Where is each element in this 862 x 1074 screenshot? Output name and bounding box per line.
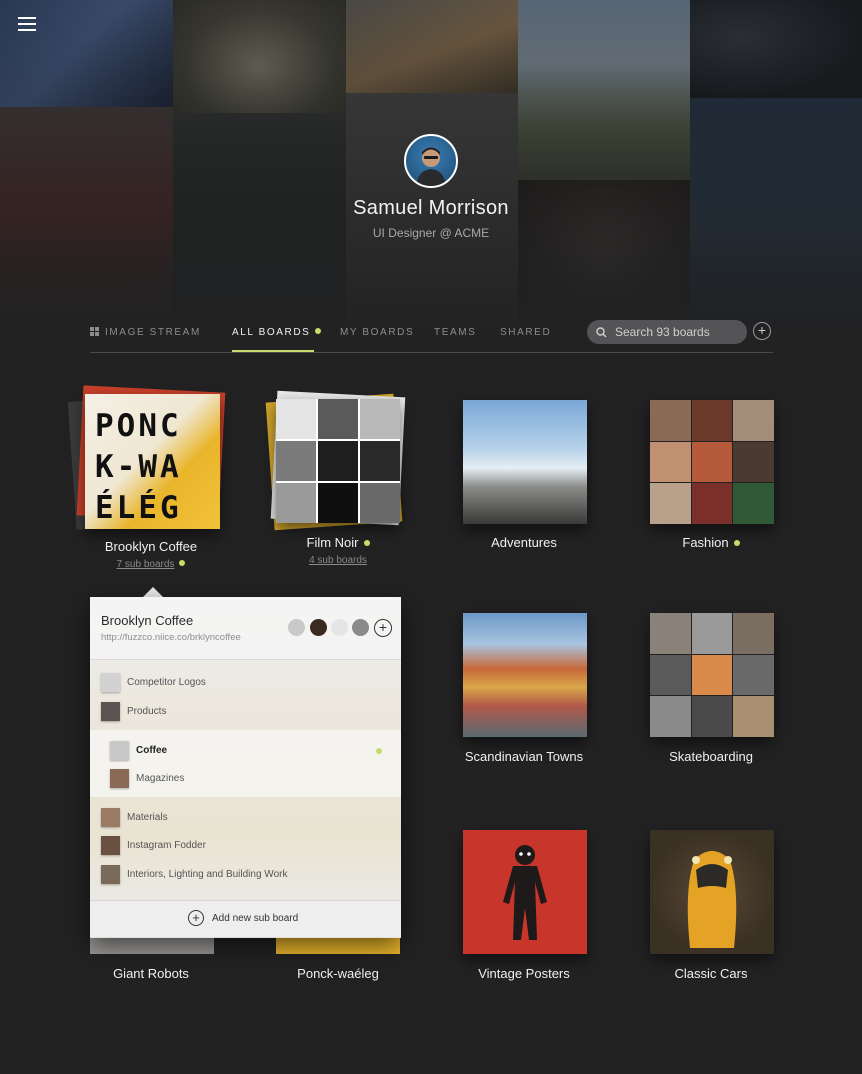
board-fashion[interactable] bbox=[650, 400, 774, 524]
board-film-noir[interactable] bbox=[265, 390, 408, 531]
sub-board-thumbnail bbox=[110, 740, 129, 760]
sub-board-label: Competitor Logos bbox=[127, 676, 206, 688]
list-item[interactable]: Competitor Logos bbox=[101, 671, 206, 693]
board-title[interactable]: Adventures bbox=[424, 535, 624, 550]
sub-board-label: Instagram Fodder bbox=[127, 839, 206, 851]
board-title[interactable]: Giant Robots bbox=[51, 966, 251, 981]
add-board-button[interactable]: + bbox=[753, 322, 771, 340]
sub-board-label: Materials bbox=[127, 811, 168, 823]
search-icon bbox=[596, 326, 607, 337]
popover-header: Brooklyn Coffee http://fuzzco.niice.co/b… bbox=[90, 597, 401, 660]
board-title[interactable]: Fashion bbox=[611, 535, 811, 550]
status-dot bbox=[179, 560, 186, 566]
search-box[interactable] bbox=[587, 320, 747, 344]
list-item[interactable]: Interiors, Lighting and Building Work bbox=[101, 863, 287, 885]
sub-boards-link[interactable]: 7 sub boards bbox=[51, 559, 251, 570]
tab-label: ALL BOARDS bbox=[232, 327, 311, 338]
board-brooklyn-coffee[interactable]: PONC K-WA ÉLÉG bbox=[67, 385, 226, 530]
board-skateboarding[interactable] bbox=[650, 613, 774, 737]
plus-icon: + bbox=[188, 910, 204, 926]
popover-title: Brooklyn Coffee bbox=[101, 613, 194, 628]
sub-board-thumbnail bbox=[101, 701, 120, 721]
add-sub-board-label: Add new sub board bbox=[212, 912, 299, 924]
sub-board-label: Coffee bbox=[136, 744, 168, 756]
profile-role: UI Designer @ ACME bbox=[372, 226, 490, 240]
sub-boards-link[interactable]: 4 sub boards bbox=[238, 555, 438, 566]
board-title[interactable]: Vintage Posters bbox=[424, 966, 624, 981]
status-dot bbox=[733, 540, 740, 546]
cover-text: K-WA bbox=[95, 449, 182, 485]
avatar[interactable] bbox=[331, 619, 348, 636]
add-sub-board-button[interactable]: + Add new sub board bbox=[188, 910, 298, 926]
board-title[interactable]: Skateboarding bbox=[611, 749, 811, 764]
board-navigation: IMAGE STREAM ALL BOARDS MY BOARDS TEAMS … bbox=[90, 318, 773, 353]
board-vintage-posters[interactable] bbox=[463, 830, 587, 954]
board-title[interactable]: Ponck-waéleg bbox=[238, 966, 438, 981]
avatar[interactable] bbox=[404, 134, 458, 188]
board-classic-cars[interactable] bbox=[650, 830, 774, 954]
tab-image-stream[interactable]: IMAGE STREAM bbox=[90, 327, 201, 338]
board-cover: PONC K-WA ÉLÉG bbox=[85, 394, 220, 529]
list-item[interactable]: Materials bbox=[101, 806, 168, 828]
board-title[interactable]: Classic Cars bbox=[611, 966, 811, 981]
board-scandinavian-towns[interactable] bbox=[463, 613, 587, 737]
search-input[interactable] bbox=[613, 324, 747, 340]
status-dot bbox=[315, 328, 322, 334]
sub-board-label: Magazines bbox=[136, 772, 185, 784]
tab-teams[interactable]: TEAMS bbox=[434, 327, 476, 338]
tab-all-boards[interactable]: ALL BOARDS bbox=[232, 327, 322, 338]
board-cover bbox=[276, 399, 400, 523]
board-title[interactable]: Film Noir bbox=[238, 535, 438, 550]
sub-board-label: Interiors, Lighting and Building Work bbox=[127, 868, 288, 880]
board-title[interactable]: Brooklyn Coffee bbox=[51, 539, 251, 554]
sub-board-thumbnail bbox=[101, 807, 120, 827]
list-item[interactable]: Instagram Fodder bbox=[101, 834, 206, 856]
tab-shared[interactable]: SHARED bbox=[500, 327, 551, 338]
sub-board-thumbnail bbox=[101, 864, 120, 884]
sub-board-thumbnail bbox=[101, 672, 120, 692]
status-dot bbox=[376, 748, 382, 754]
avatar[interactable] bbox=[352, 619, 369, 636]
tab-label: MY BOARDS bbox=[340, 327, 415, 338]
tab-label: IMAGE STREAM bbox=[105, 327, 201, 338]
active-tab-indicator bbox=[232, 350, 314, 352]
menu-icon[interactable] bbox=[18, 17, 36, 31]
tab-my-boards[interactable]: MY BOARDS bbox=[340, 327, 414, 338]
list-item[interactable]: Products bbox=[101, 700, 166, 722]
popover-footer: + Add new sub board bbox=[90, 900, 401, 938]
cover-text: ÉLÉG bbox=[95, 490, 182, 526]
popover-url[interactable]: http://fuzzco.niice.co/brklyncoffee bbox=[101, 632, 241, 643]
board-title-text: Film Noir bbox=[306, 535, 359, 550]
tab-label: TEAMS bbox=[434, 327, 477, 338]
status-dot bbox=[363, 540, 370, 546]
list-item[interactable]: Magazines bbox=[110, 767, 184, 789]
add-collaborator-button[interactable]: + bbox=[374, 619, 392, 637]
avatar[interactable] bbox=[288, 619, 305, 636]
sub-board-thumbnail bbox=[110, 768, 129, 788]
sub-board-label: Products bbox=[127, 705, 167, 717]
tab-label: SHARED bbox=[500, 327, 552, 338]
grid-icon bbox=[90, 327, 99, 336]
sub-boards-popover: Brooklyn Coffee http://fuzzco.niice.co/b… bbox=[90, 597, 401, 938]
sub-boards-count: 7 sub boards bbox=[116, 559, 175, 570]
robot-silhouette-icon bbox=[503, 845, 547, 940]
profile-name: Samuel Morrison bbox=[353, 197, 509, 219]
car-icon bbox=[687, 851, 737, 948]
sub-board-thumbnail bbox=[101, 835, 120, 855]
board-title-text: Fashion bbox=[682, 535, 729, 550]
avatar-portrait-icon bbox=[416, 147, 446, 186]
list-item[interactable]: Coffee bbox=[110, 739, 167, 761]
cover-text: PONC bbox=[95, 408, 182, 444]
avatar[interactable] bbox=[310, 619, 327, 636]
board-title[interactable]: Scandinavian Towns bbox=[424, 749, 624, 764]
board-adventures[interactable] bbox=[463, 400, 587, 524]
